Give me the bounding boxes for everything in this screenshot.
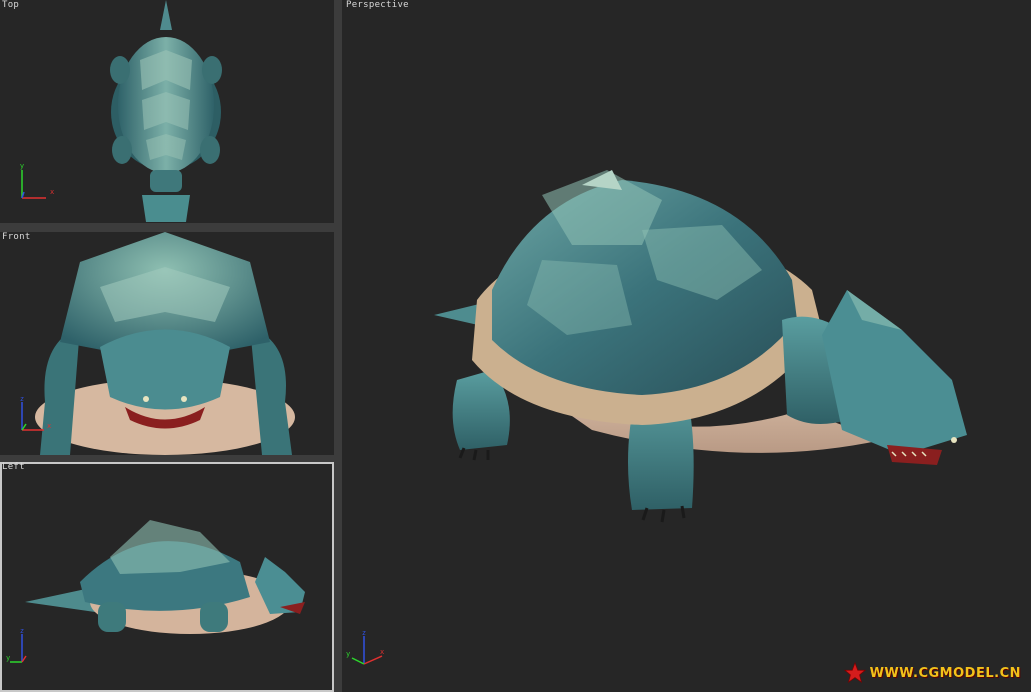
watermark: WWW.CGMODEL.CN <box>843 662 1021 684</box>
axis-label-y: y <box>346 650 350 658</box>
axis-label-z: z <box>20 627 24 635</box>
axis-label-y: y <box>6 654 10 662</box>
axis-label-z: z <box>362 630 366 637</box>
red-star-icon <box>843 662 866 684</box>
axis-label-z: z <box>20 395 24 403</box>
axis-label-x: x <box>380 648 384 656</box>
axis-label-y: y <box>20 162 24 170</box>
axis-gizmo-perspective: z x y <box>346 630 384 665</box>
axis-label-x: x <box>50 188 54 196</box>
turtle-left-view <box>25 520 305 634</box>
axis-label-x: x <box>47 422 51 430</box>
axis-gizmo-front: z x <box>20 395 51 431</box>
turtle-perspective-view <box>434 170 967 523</box>
viewport-perspective[interactable]: Perspective z x y WWW.CGMODEL.CN <box>342 0 1031 692</box>
axis-gizmo-top: y x <box>20 162 54 199</box>
watermark-text: WWW.CGMODEL.CN <box>869 665 1021 681</box>
viewport-top[interactable]: Top y x <box>0 0 334 223</box>
viewport-front[interactable]: Front z x <box>0 232 334 455</box>
viewport-left[interactable]: Left z y <box>0 462 334 692</box>
axis-gizmo-left: z y <box>6 627 27 663</box>
